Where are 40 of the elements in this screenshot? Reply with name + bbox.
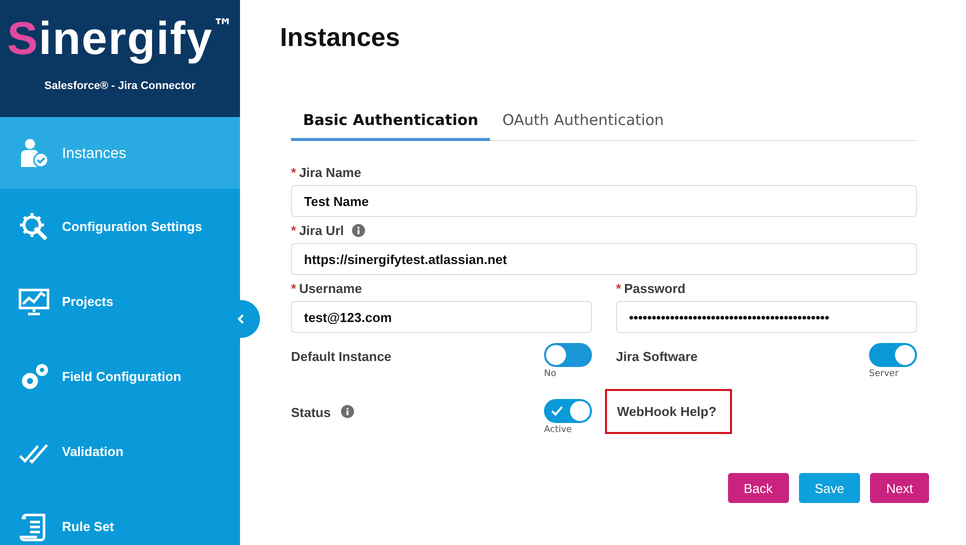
toggle-switch[interactable] [869, 343, 917, 367]
webhook-help-link[interactable]: WebHook Help? [605, 389, 732, 434]
field-label: Jira Name [299, 165, 362, 180]
action-button[interactable]: Next [870, 473, 929, 503]
person-check-icon [18, 137, 50, 169]
input-field[interactable]: Test Name [291, 185, 917, 217]
sidebar-item[interactable]: Rule Set [0, 489, 220, 545]
sidebar-item[interactable]: Projects [0, 264, 220, 339]
required-asterisk: * [291, 223, 296, 238]
tab[interactable]: Basic Authentication [291, 103, 490, 141]
field-label: Jira Url [299, 223, 344, 238]
input-field[interactable]: test@123.com [291, 301, 592, 333]
toggle-switch[interactable] [544, 343, 592, 367]
toggle-caption: Server [869, 369, 899, 379]
toggle-label: Default Instance [291, 349, 392, 364]
field-label: Username [299, 281, 362, 296]
sidebar-item[interactable]: Validation [0, 414, 220, 489]
input-field[interactable]: •••••••••••••••••••••••••••••••••••••••••••• [616, 301, 917, 333]
toggle-label: Status [291, 405, 331, 420]
toggle-switch[interactable] [544, 399, 592, 423]
chevron-left-icon [236, 314, 246, 324]
sidebar-item[interactable]: Instances [0, 117, 240, 189]
field-label: Password [624, 281, 686, 296]
required-asterisk: * [291, 281, 296, 296]
required-asterisk: * [616, 281, 622, 296]
toggle-caption: No [544, 369, 556, 379]
logo: Sinergify [7, 11, 213, 66]
sidebar-item[interactable]: Configuration Settings [0, 189, 220, 264]
toggle-label: Jira Software [616, 349, 698, 364]
input-field[interactable]: https://sinergifytest.atlassian.net [291, 243, 917, 275]
toggle-caption: Active [544, 425, 572, 435]
trademark: ™ [212, 14, 233, 38]
gear-wrench-icon [18, 210, 50, 242]
tab[interactable]: OAuth Authentication [490, 103, 676, 141]
action-button[interactable]: Save [798, 473, 860, 503]
sidebar-item[interactable]: Field Configuration [0, 339, 220, 414]
action-button[interactable]: Back [728, 473, 789, 503]
page-title: Instances [280, 22, 401, 53]
app-subtitle: Salesforce® - Jira Connector [44, 80, 196, 92]
required-asterisk: * [291, 165, 296, 180]
